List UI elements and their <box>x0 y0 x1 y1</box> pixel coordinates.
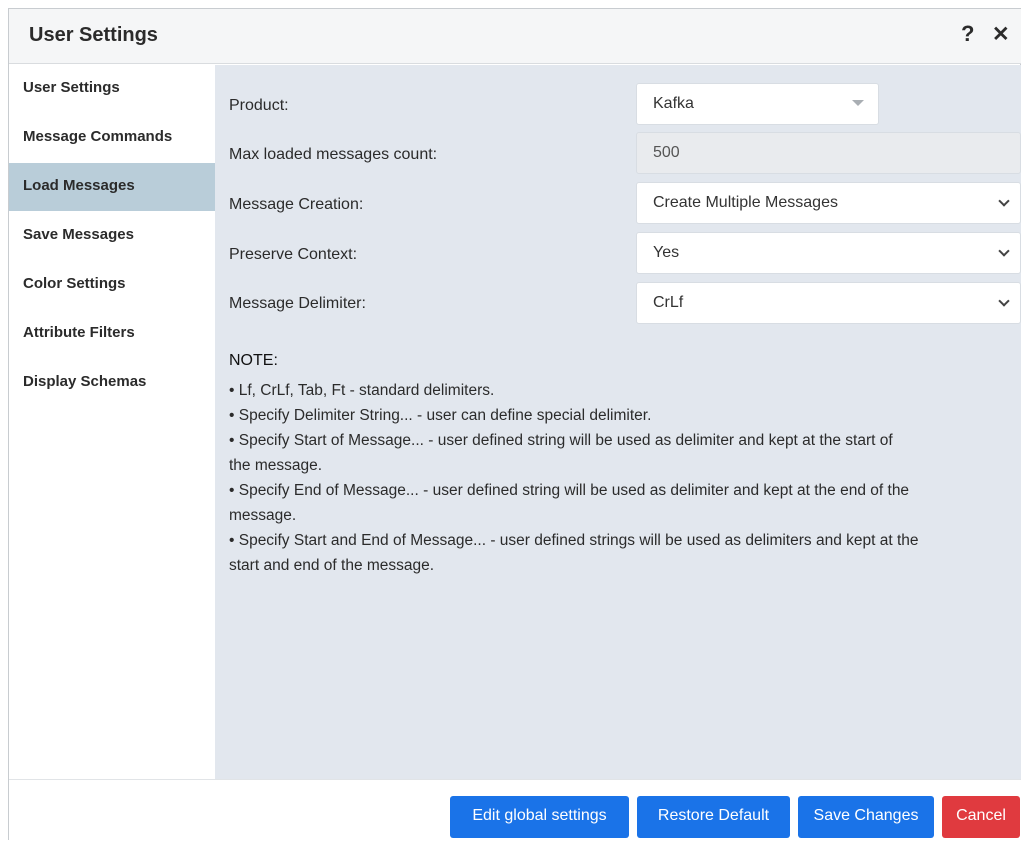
preserve-context-select[interactable]: Yes <box>636 232 1021 274</box>
user-settings-dialog: User Settings ? ✕ User Settings Message … <box>8 8 1021 841</box>
chevron-down-icon <box>998 245 1010 257</box>
product-value: Kafka <box>653 95 694 112</box>
preserve-context-value: Yes <box>653 244 680 261</box>
note-line: the message. <box>229 457 323 474</box>
load-messages-panel: Product: Kafka Max loaded messages count… <box>215 65 1021 779</box>
sidebar-item-display-schemas[interactable]: Display Schemas <box>9 359 215 407</box>
sidebar-item-attribute-filters[interactable]: Attribute Filters <box>9 310 215 358</box>
max-loaded-value: 500 <box>653 144 680 161</box>
message-delimiter-select[interactable]: CrLf <box>636 282 1021 324</box>
sidebar-item-color-settings[interactable]: Color Settings <box>9 261 215 309</box>
preserve-context-label: Preserve Context: <box>229 246 358 263</box>
max-loaded-messages-field: 500 <box>636 132 1021 174</box>
sidebar-item-message-commands[interactable]: Message Commands <box>9 114 215 162</box>
message-delimiter-label: Message Delimiter: <box>229 295 366 312</box>
close-icon[interactable]: ✕ <box>992 22 1010 47</box>
restore-default-button[interactable]: Restore Default <box>637 796 790 838</box>
note-line: • Specify Delimiter String... - user can… <box>229 407 652 424</box>
chevron-down-icon <box>998 195 1010 207</box>
note-line: start and end of the message. <box>229 557 435 574</box>
settings-sidebar: User Settings Message Commands Load Mess… <box>9 65 215 779</box>
product-dropdown[interactable]: Kafka <box>636 83 879 125</box>
note-line: message. <box>229 507 297 524</box>
sidebar-item-load-messages[interactable]: Load Messages <box>9 163 215 211</box>
sidebar-item-user-settings[interactable]: User Settings <box>9 65 215 113</box>
sidebar-item-save-messages[interactable]: Save Messages <box>9 212 215 260</box>
dialog-footer: Edit global settings Restore Default Sav… <box>9 779 1021 841</box>
note-title: NOTE: <box>229 352 278 369</box>
edit-global-settings-button[interactable]: Edit global settings <box>450 796 629 838</box>
dialog-titlebar: User Settings ? ✕ <box>9 9 1021 64</box>
dialog-title: User Settings <box>29 24 158 46</box>
chevron-down-icon <box>998 295 1010 307</box>
max-loaded-label: Max loaded messages count: <box>229 146 438 163</box>
note-line: • Specify Start and End of Message... - … <box>229 532 919 549</box>
message-creation-label: Message Creation: <box>229 196 364 213</box>
message-delimiter-value: CrLf <box>653 294 684 311</box>
help-icon[interactable]: ? <box>961 21 974 47</box>
cancel-button[interactable]: Cancel <box>942 796 1020 838</box>
message-creation-value: Create Multiple Messages <box>653 194 838 211</box>
product-label: Product: <box>229 97 289 114</box>
message-creation-select[interactable]: Create Multiple Messages <box>636 182 1021 224</box>
save-changes-button[interactable]: Save Changes <box>798 796 934 838</box>
note-line: • Specify Start of Message... - user def… <box>229 432 893 449</box>
note-line: • Lf, CrLf, Tab, Ft - standard delimiter… <box>229 382 495 399</box>
note-line: • Specify End of Message... - user defin… <box>229 482 910 499</box>
caret-down-icon <box>852 100 864 106</box>
